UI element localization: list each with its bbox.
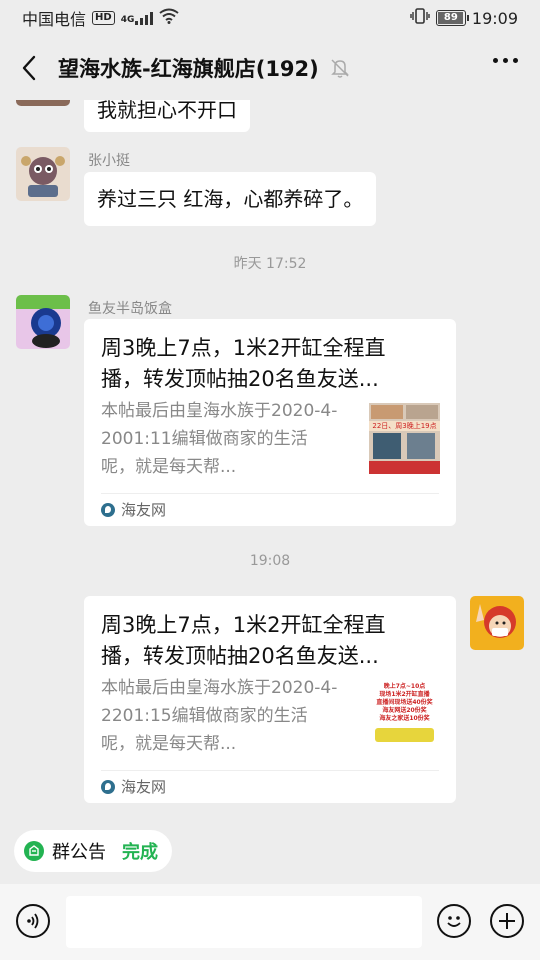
announcement-icon — [24, 841, 44, 861]
announcement-chip[interactable]: 群公告 完成 — [14, 830, 172, 872]
chat-title[interactable]: 望海水族-红海旗舰店(192) — [58, 53, 319, 83]
sender-name: 鱼友半岛饭盒 — [88, 301, 172, 317]
thumbnail-caption: 22日、周3晚上19点 — [372, 422, 437, 430]
thumbnail-text-lines: 晚上7点~10点 现场1米2开缸直播 直播间现场送40份奖 海友网送20份奖 海友之家送… — [369, 683, 440, 723]
avatar[interactable] — [16, 147, 70, 201]
link-card[interactable]: 周3晚上7点，1米2开缸全程直播，转发顶帖抽20名鱼友送... 本帖最后由皇海水… — [84, 596, 456, 803]
divider — [101, 770, 439, 771]
more-dots-icon[interactable] — [493, 58, 518, 63]
thumbnail-banner — [375, 728, 434, 742]
input-bar — [0, 884, 540, 960]
message-text: 我就担心不开口 — [97, 100, 237, 122]
message-list[interactable]: 我就担心不开口 张小挺 养过三只 红海，心都养碎了。 昨天 17:52 鱼友半岛… — [0, 100, 540, 818]
avatar[interactable] — [470, 596, 524, 650]
message-text: 养过三只 红海，心都养碎了。 — [97, 187, 364, 211]
status-bar: 中国电信 HD 4G 89 19:09 — [0, 0, 540, 36]
time-divider: 19:08 — [249, 553, 291, 569]
sender-name: 张小挺 — [88, 153, 130, 169]
announcement-done[interactable]: 完成 — [122, 838, 158, 864]
chevron-left-icon[interactable] — [14, 48, 44, 88]
bell-muted-icon — [329, 57, 351, 79]
message-input[interactable] — [66, 896, 422, 948]
battery-icon: 89 — [435, 10, 469, 26]
link-card-thumbnail: 22日、周3晚上19点 — [369, 403, 440, 474]
chat-header: 望海水族-红海旗舰店(192) — [0, 36, 540, 100]
link-card-description: 本帖最后由皇海水族于2020-4-2001:11编辑做商家的生活呢，就是每天帮.… — [101, 401, 338, 477]
avatar[interactable] — [16, 295, 70, 349]
status-right: 89 19:09 — [410, 8, 518, 28]
clock: 19:09 — [471, 8, 518, 28]
link-card-source: 海友网 — [101, 776, 166, 797]
haiyou-logo-icon — [101, 502, 115, 517]
carrier-name: 中国电信 — [22, 10, 87, 29]
source-name: 海友网 — [121, 501, 167, 519]
link-card-source: 海友网 — [101, 499, 166, 520]
voice-icon[interactable] — [16, 904, 50, 938]
time-divider: 昨天 17:52 — [233, 256, 307, 272]
announcement-bar: 群公告 完成 — [0, 818, 540, 884]
thumbnail-line: 晚上7点~10点 — [383, 683, 426, 690]
plus-icon[interactable] — [490, 904, 524, 938]
link-card-thumbnail: 晚上7点~10点 现场1米2开缸直播 直播间现场送40份奖 海友网送20份奖 海友之家送… — [369, 680, 440, 751]
emoji-icon[interactable] — [437, 904, 471, 938]
link-card[interactable]: 周3晚上7点，1米2开缸全程直播，转发顶帖抽20名鱼友送... 本帖最后由皇海水… — [84, 319, 456, 526]
message-bubble[interactable]: 我就担心不开口 — [84, 100, 250, 132]
wifi-icon — [159, 8, 179, 28]
thumbnail-line: 海友网送20份奖 — [382, 707, 427, 714]
vibrate-icon — [410, 8, 430, 28]
thumbnail-line: 现场1米2开缸直播 — [379, 691, 430, 698]
network-type: 4G — [120, 15, 135, 25]
message-bubble[interactable]: 养过三只 红海，心都养碎了。 — [84, 172, 377, 226]
source-name: 海友网 — [121, 778, 167, 796]
avatar[interactable] — [16, 100, 70, 106]
link-card-description: 本帖最后由皇海水族于2020-4-2201:15编辑做商家的生活呢，就是每天帮.… — [101, 678, 338, 754]
battery-level: 89 — [443, 12, 458, 23]
status-left: 中国电信 HD 4G — [22, 6, 179, 30]
hd-badge: HD — [92, 11, 115, 25]
thumbnail-line: 直播间现场送40份奖 — [376, 699, 433, 706]
thumbnail-line: 海友之家送10份奖 — [379, 715, 430, 722]
signal-icon: 4G — [121, 11, 154, 25]
link-card-title: 周3晚上7点，1米2开缸全程直播，转发顶帖抽20名鱼友送... — [101, 336, 386, 391]
announcement-label: 群公告 — [52, 842, 106, 863]
link-card-title: 周3晚上7点，1米2开缸全程直播，转发顶帖抽20名鱼友送... — [101, 613, 386, 668]
haiyou-logo-icon — [101, 779, 115, 794]
divider — [101, 493, 439, 494]
